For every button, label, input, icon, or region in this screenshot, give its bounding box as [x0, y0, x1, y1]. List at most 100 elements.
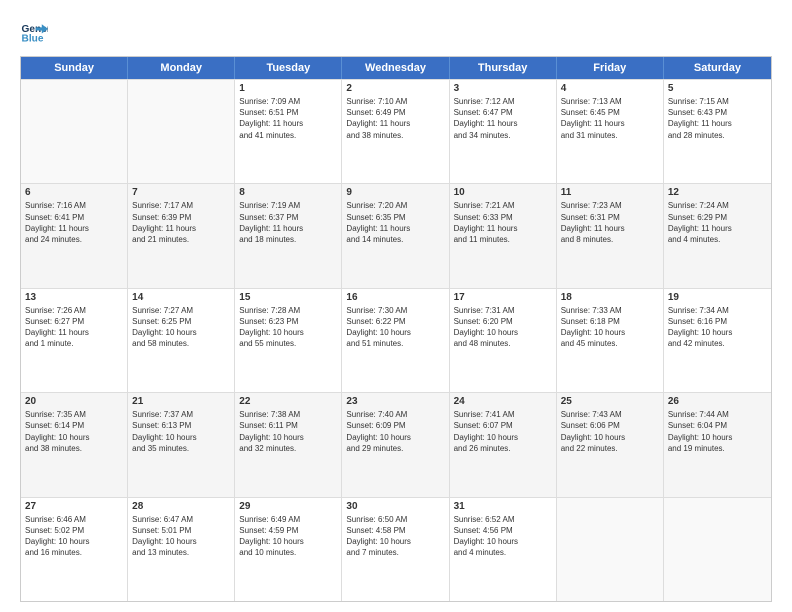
calendar-body: 1 Sunrise: 7:09 AM Sunset: 6:51 PM Daylig… — [21, 79, 771, 601]
day-number: 27 — [25, 501, 123, 512]
calendar-cell: 16Sunrise: 7:30 AM Sunset: 6:22 PM Dayli… — [342, 289, 449, 392]
cell-text: Sunrise: 7:41 AM Sunset: 6:07 PM Dayligh… — [454, 409, 552, 454]
cell-text: Sunrise: 7:38 AM Sunset: 6:11 PM Dayligh… — [239, 409, 337, 454]
day-number: 4 — [561, 83, 659, 94]
cell-text: Sunrise: 7:31 AM Sunset: 6:20 PM Dayligh… — [454, 305, 552, 350]
day-number: 24 — [454, 396, 552, 407]
calendar-cell: 14Sunrise: 7:27 AM Sunset: 6:25 PM Dayli… — [128, 289, 235, 392]
calendar-cell: 7Sunrise: 7:17 AM Sunset: 6:39 PM Daylig… — [128, 184, 235, 287]
cell-text: Sunrise: 7:30 AM Sunset: 6:22 PM Dayligh… — [346, 305, 444, 350]
svg-text:Blue: Blue — [22, 33, 44, 44]
cell-text: Sunrise: 7:15 AM Sunset: 6:43 PM Dayligh… — [668, 96, 767, 141]
logo: General Blue — [20, 18, 52, 46]
calendar-cell: 18 Sunrise: 7:33 AM Sunset: 6:18 PM Dayli… — [557, 289, 664, 392]
cell-text: Sunrise: 6:47 AM Sunset: 5:01 PM Dayligh… — [132, 514, 230, 559]
calendar-cell — [128, 80, 235, 183]
day-number: 26 — [668, 396, 767, 407]
day-number: 8 — [239, 187, 337, 198]
day-number: 18 — [561, 292, 659, 303]
day-number: 21 — [132, 396, 230, 407]
day-number: 7 — [132, 187, 230, 198]
calendar-cell: 4 Sunrise: 7:13 AM Sunset: 6:45 PM Daylig… — [557, 80, 664, 183]
calendar-row-0: 1 Sunrise: 7:09 AM Sunset: 6:51 PM Daylig… — [21, 79, 771, 183]
calendar-cell: 24 Sunrise: 7:41 AM Sunset: 6:07 PM Dayli… — [450, 393, 557, 496]
cell-text: Sunrise: 7:37 AM Sunset: 6:13 PM Dayligh… — [132, 409, 230, 454]
cell-text: Sunrise: 7:40 AM Sunset: 6:09 PM Dayligh… — [346, 409, 444, 454]
day-number: 10 — [454, 187, 552, 198]
day-number: 14 — [132, 292, 230, 303]
cell-text: Sunrise: 7:44 AM Sunset: 6:04 PM Dayligh… — [668, 409, 767, 454]
calendar-cell: 10 Sunrise: 7:21 AM Sunset: 6:33 PM Dayli… — [450, 184, 557, 287]
calendar-cell: 5 Sunrise: 7:15 AM Sunset: 6:43 PM Daylig… — [664, 80, 771, 183]
day-number: 19 — [668, 292, 767, 303]
calendar-cell: 3Sunrise: 7:12 AM Sunset: 6:47 PM Daylig… — [450, 80, 557, 183]
header-day-friday: Friday — [557, 57, 664, 79]
cell-text: Sunrise: 7:12 AM Sunset: 6:47 PM Dayligh… — [454, 96, 552, 141]
day-number: 31 — [454, 501, 552, 512]
day-number: 1 — [239, 83, 337, 94]
header-day-tuesday: Tuesday — [235, 57, 342, 79]
day-number: 12 — [668, 187, 767, 198]
header-day-wednesday: Wednesday — [342, 57, 449, 79]
cell-text: Sunrise: 6:50 AM Sunset: 4:58 PM Dayligh… — [346, 514, 444, 559]
day-number: 13 — [25, 292, 123, 303]
day-number: 6 — [25, 187, 123, 198]
calendar-row-4: 27 Sunrise: 6:46 AM Sunset: 5:02 PM Dayli… — [21, 497, 771, 601]
calendar-cell: 17 Sunrise: 7:31 AM Sunset: 6:20 PM Dayli… — [450, 289, 557, 392]
cell-text: Sunrise: 6:52 AM Sunset: 4:56 PM Dayligh… — [454, 514, 552, 559]
calendar-cell: 21 Sunrise: 7:37 AM Sunset: 6:13 PM Dayli… — [128, 393, 235, 496]
header-day-sunday: Sunday — [21, 57, 128, 79]
calendar-header: SundayMondayTuesdayWednesdayThursdayFrid… — [21, 57, 771, 79]
calendar-cell: 20 Sunrise: 7:35 AM Sunset: 6:14 PM Dayli… — [21, 393, 128, 496]
calendar-cell: 2Sunrise: 7:10 AM Sunset: 6:49 PM Daylig… — [342, 80, 449, 183]
cell-text: Sunrise: 7:28 AM Sunset: 6:23 PM Dayligh… — [239, 305, 337, 350]
calendar-cell: 8 Sunrise: 7:19 AM Sunset: 6:37 PM Daylig… — [235, 184, 342, 287]
logo-icon: General Blue — [20, 18, 48, 46]
cell-text: Sunrise: 7:33 AM Sunset: 6:18 PM Dayligh… — [561, 305, 659, 350]
calendar-cell: 25 Sunrise: 7:43 AM Sunset: 6:06 PM Dayli… — [557, 393, 664, 496]
calendar-cell: 27 Sunrise: 6:46 AM Sunset: 5:02 PM Dayli… — [21, 498, 128, 601]
calendar-cell — [21, 80, 128, 183]
calendar-cell: 29Sunrise: 6:49 AM Sunset: 4:59 PM Dayli… — [235, 498, 342, 601]
cell-text: Sunrise: 7:09 AM Sunset: 6:51 PM Dayligh… — [239, 96, 337, 141]
cell-text: Sunrise: 7:35 AM Sunset: 6:14 PM Dayligh… — [25, 409, 123, 454]
calendar-cell: 28 Sunrise: 6:47 AM Sunset: 5:01 PM Dayli… — [128, 498, 235, 601]
cell-text: Sunrise: 7:16 AM Sunset: 6:41 PM Dayligh… — [25, 200, 123, 245]
cell-text: Sunrise: 7:10 AM Sunset: 6:49 PM Dayligh… — [346, 96, 444, 141]
calendar-cell: 9Sunrise: 7:20 AM Sunset: 6:35 PM Daylig… — [342, 184, 449, 287]
day-number: 23 — [346, 396, 444, 407]
day-number: 22 — [239, 396, 337, 407]
calendar-cell: 13 Sunrise: 7:26 AM Sunset: 6:27 PM Dayli… — [21, 289, 128, 392]
cell-text: Sunrise: 7:19 AM Sunset: 6:37 PM Dayligh… — [239, 200, 337, 245]
day-number: 25 — [561, 396, 659, 407]
cell-text: Sunrise: 7:24 AM Sunset: 6:29 PM Dayligh… — [668, 200, 767, 245]
cell-text: Sunrise: 6:49 AM Sunset: 4:59 PM Dayligh… — [239, 514, 337, 559]
calendar-cell: 23 Sunrise: 7:40 AM Sunset: 6:09 PM Dayli… — [342, 393, 449, 496]
calendar-cell: 31 Sunrise: 6:52 AM Sunset: 4:56 PM Dayli… — [450, 498, 557, 601]
calendar-cell — [557, 498, 664, 601]
cell-text: Sunrise: 6:46 AM Sunset: 5:02 PM Dayligh… — [25, 514, 123, 559]
day-number: 20 — [25, 396, 123, 407]
header-day-saturday: Saturday — [664, 57, 771, 79]
day-number: 28 — [132, 501, 230, 512]
calendar-cell: 12 Sunrise: 7:24 AM Sunset: 6:29 PM Dayli… — [664, 184, 771, 287]
header: General Blue — [20, 18, 772, 46]
calendar-cell: 6 Sunrise: 7:16 AM Sunset: 6:41 PM Daylig… — [21, 184, 128, 287]
day-number: 5 — [668, 83, 767, 94]
cell-text: Sunrise: 7:26 AM Sunset: 6:27 PM Dayligh… — [25, 305, 123, 350]
calendar-cell: 1 Sunrise: 7:09 AM Sunset: 6:51 PM Daylig… — [235, 80, 342, 183]
cell-text: Sunrise: 7:21 AM Sunset: 6:33 PM Dayligh… — [454, 200, 552, 245]
calendar-cell — [664, 498, 771, 601]
page: General Blue SundayMondayTuesdayWednesda… — [0, 0, 792, 612]
calendar-row-3: 20 Sunrise: 7:35 AM Sunset: 6:14 PM Dayli… — [21, 392, 771, 496]
calendar-cell: 30Sunrise: 6:50 AM Sunset: 4:58 PM Dayli… — [342, 498, 449, 601]
day-number: 17 — [454, 292, 552, 303]
header-day-thursday: Thursday — [450, 57, 557, 79]
cell-text: Sunrise: 7:43 AM Sunset: 6:06 PM Dayligh… — [561, 409, 659, 454]
calendar-cell: 22 Sunrise: 7:38 AM Sunset: 6:11 PM Dayli… — [235, 393, 342, 496]
calendar-cell: 11Sunrise: 7:23 AM Sunset: 6:31 PM Dayli… — [557, 184, 664, 287]
calendar-cell: 26 Sunrise: 7:44 AM Sunset: 6:04 PM Dayli… — [664, 393, 771, 496]
cell-text: Sunrise: 7:13 AM Sunset: 6:45 PM Dayligh… — [561, 96, 659, 141]
calendar-cell: 19Sunrise: 7:34 AM Sunset: 6:16 PM Dayli… — [664, 289, 771, 392]
day-number: 15 — [239, 292, 337, 303]
